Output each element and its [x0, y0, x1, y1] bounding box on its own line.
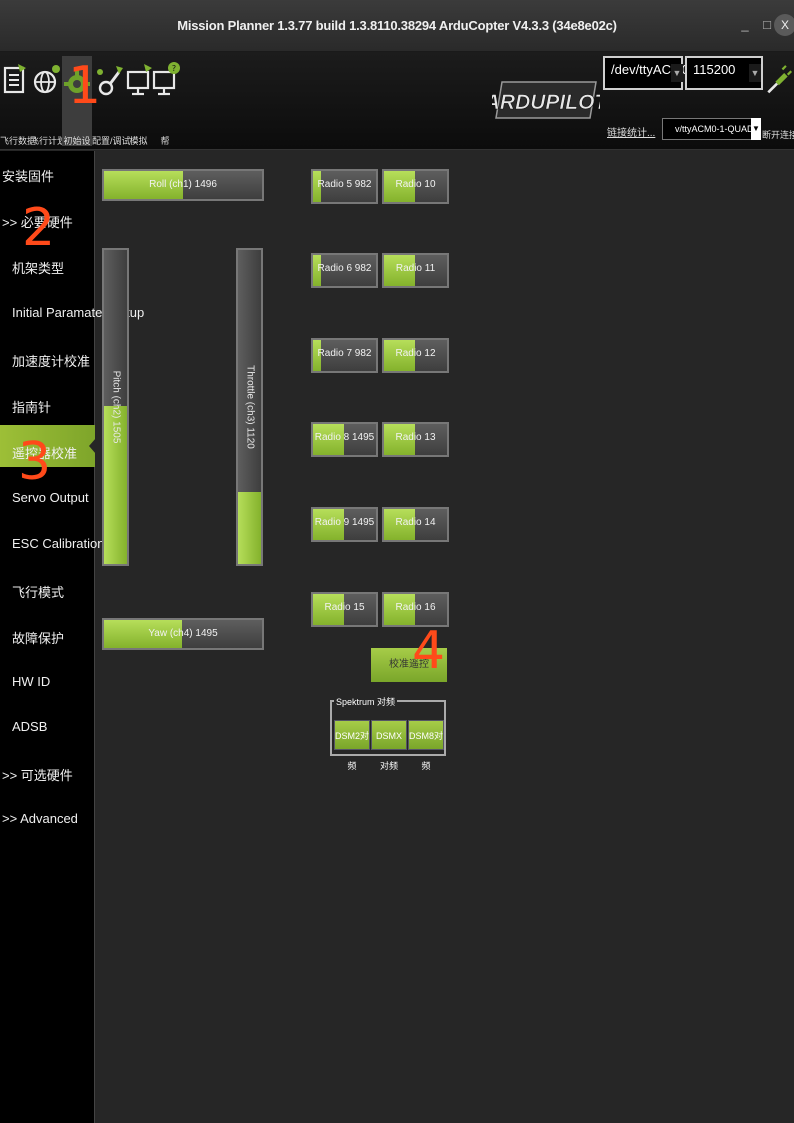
toolbar-flight-data[interactable]: 飞行数据 [0, 56, 37, 146]
roll-label: Roll (ch1) 1496 [149, 179, 217, 190]
toolbar-label: 飞行计划 [30, 136, 67, 146]
radio-channel-label: Radio 11 1495 [395, 263, 436, 274]
sidebar-item-servo-output[interactable]: Servo Output [0, 490, 95, 505]
radio-channel-bar: Radio 14 1495 [382, 507, 449, 542]
roll-bar: Roll (ch1) 1496 [102, 169, 264, 201]
radio-channel-bar: Radio 13 1495 [382, 422, 449, 457]
dsm8-bind-button[interactable]: DSM8对频 [408, 720, 444, 771]
help-icon: ? [152, 62, 180, 96]
sidebar-item-hw-id[interactable]: HW ID [0, 674, 95, 689]
chevron-down-icon[interactable]: ▼ [671, 64, 683, 82]
disconnect-button[interactable]: 断开连接 [762, 56, 794, 146]
radio-channel-bar: Radio 6 982 [311, 253, 378, 288]
radio-channel-bar: Radio 8 1495 [311, 422, 378, 457]
sidebar-item-frame-type[interactable]: 机架类型 [0, 258, 95, 277]
sidebar-item-flight-modes[interactable]: 飞行模式 [0, 582, 95, 601]
ardupilot-logo: ARDUPILOT [492, 81, 600, 119]
yaw-label: Yaw (ch4) 1495 [148, 628, 218, 639]
pitch-bar: Pitch (ch2) 1505 [102, 248, 129, 566]
toolbar-label: 帮 [160, 136, 170, 146]
flight-plan-icon [33, 65, 60, 94]
sidebar-item-install-firmware[interactable]: 安装固件 [0, 166, 95, 185]
annotation-step-4: 4 [412, 621, 446, 681]
sidebar-item-accel-calibration[interactable]: 加速度计校准 [0, 351, 95, 370]
disconnect-label: 断开连接 [762, 130, 794, 140]
throttle-bar: Throttle (ch3) 1120 [236, 248, 263, 566]
radio-channel-label: Radio 7 982 [317, 348, 372, 359]
close-button[interactable]: X [774, 14, 794, 36]
model-select[interactable]: v/ttyACM0-1-QUADROTOR [662, 118, 754, 140]
radio-channel-bar: Radio 9 1495 [311, 507, 378, 542]
radio-channel-label: Radio 15 1495 [324, 602, 365, 613]
sidebar-item-compass[interactable]: 指南针 [0, 397, 95, 416]
chevron-down-icon[interactable]: ▼ [749, 64, 761, 82]
svg-text:?: ? [172, 64, 176, 73]
radio-channel-label: Radio 10 1495 [395, 179, 436, 190]
toolbar-flight-plan[interactable]: 飞行计划 [30, 56, 67, 146]
radio-channel-bar: Radio 5 982 [311, 169, 378, 204]
radio-channel-bar: Radio 11 1495 [382, 253, 449, 288]
sidebar-item-optional-hardware[interactable]: >> 可选硬件 [0, 765, 95, 784]
svg-text:ARDUPILOT: ARDUPILOT [492, 91, 600, 114]
radio-channel-bar: Radio 15 1495 [311, 592, 378, 627]
pitch-label: Pitch (ch2) 1505 [110, 370, 121, 444]
sidebar-item-advanced[interactable]: >> Advanced [0, 811, 95, 826]
toolbar-label: 模拟 [129, 136, 148, 146]
radio-channel-label: Radio 13 1495 [395, 432, 436, 443]
radio-channel-label: Radio 6 982 [317, 263, 372, 274]
annotation-step-2: 2 [22, 198, 56, 258]
annotation-step-3: 3 [18, 432, 52, 492]
throttle-label: Throttle (ch3) 1120 [244, 365, 255, 449]
minimize-button[interactable]: _ [734, 14, 756, 36]
link-stats-link[interactable]: 链接统计... [607, 124, 655, 139]
radio-channel-label: Radio 9 1495 [314, 517, 375, 528]
yaw-bar: Yaw (ch4) 1495 [102, 618, 264, 650]
toolbar-label: 飞行数据 [0, 136, 37, 146]
radio-channel-label: Radio 8 1495 [314, 432, 375, 443]
radio-channel-label: Radio 14 1495 [395, 517, 436, 528]
radio-channel-bar: Radio 7 982 [311, 338, 378, 373]
sidebar-item-failsafe[interactable]: 故障保护 [0, 628, 95, 647]
toolbar-label: 配置/调试 [92, 136, 131, 146]
window-title: Mission Planner 1.3.77 build 1.3.8110.38… [177, 18, 617, 33]
annotation-step-1: 1 [68, 56, 102, 116]
chevron-down-icon[interactable]: ▼ [751, 118, 761, 140]
radio-channel-bar: Radio 10 1495 [382, 169, 449, 204]
radio-channel-label: Radio 5 982 [317, 179, 372, 190]
dsmx-bind-button[interactable]: DSMX对频 [371, 720, 407, 771]
sidebar-item-adsb[interactable]: ADSB [0, 719, 95, 734]
flight-data-icon [3, 64, 26, 94]
toolbar-help[interactable]: ? 帮 [152, 56, 180, 146]
bar-fill [238, 492, 261, 564]
spektrum-title: Spektrum 对频 [334, 695, 398, 708]
sidebar-item-esc-calibration[interactable]: ESC Calibration [0, 536, 105, 551]
dsm2-bind-button[interactable]: DSM2对频 [334, 720, 370, 771]
plug-icon [767, 65, 793, 94]
toolbar-label: 初始设 [63, 136, 91, 146]
radio-channel-label: Radio 12 1495 [395, 348, 436, 359]
radio-channel-bar: Radio 12 1495 [382, 338, 449, 373]
sidebar-item-initial-parameter-setup[interactable]: Initial Paramater Setup [0, 305, 144, 320]
